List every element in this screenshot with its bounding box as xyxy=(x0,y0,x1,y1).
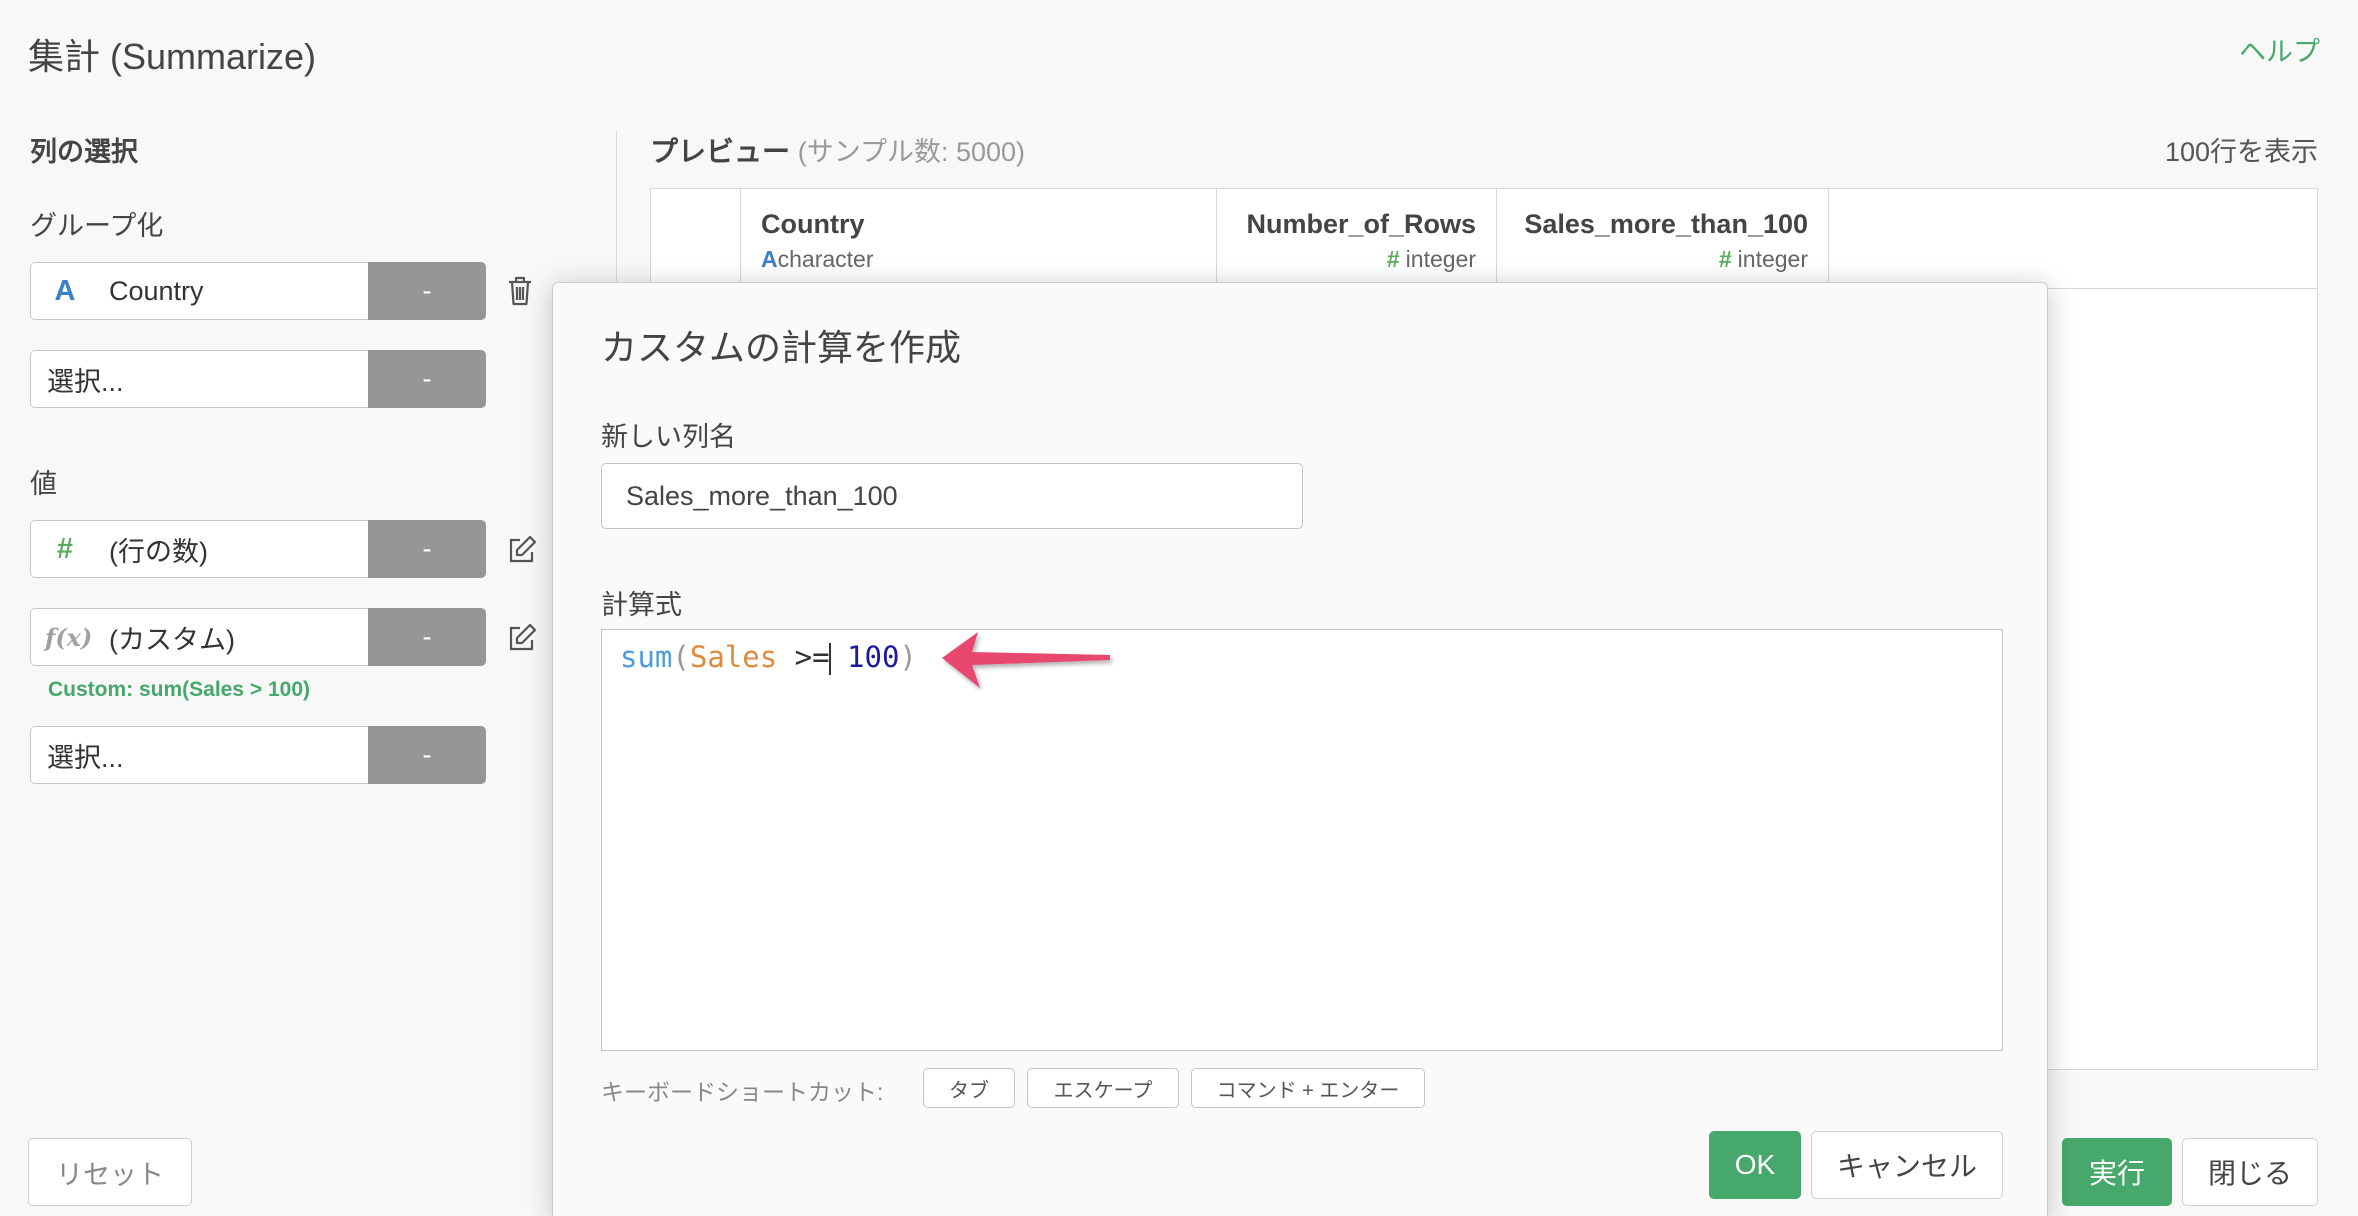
custom-calculation-dialog: カスタムの計算を作成 新しい列名 計算式 sum(Sales >= 100) キ… xyxy=(552,282,2048,1216)
value-field-function-button[interactable]: - xyxy=(368,608,486,666)
value-field-select[interactable]: # (行の数) xyxy=(30,520,368,578)
trash-icon[interactable] xyxy=(500,271,540,311)
close-button[interactable]: 閉じる xyxy=(2182,1138,2318,1206)
group-field-placeholder[interactable]: 選択... xyxy=(30,350,368,408)
keyboard-shortcut-label: キーボードショートカット: xyxy=(601,1079,884,1105)
value-field-value: (カスタム) xyxy=(109,624,235,655)
column-header-type: # integer xyxy=(1217,246,1476,273)
column-header-sales-more-than-100[interactable]: Sales_more_than_100 # integer xyxy=(1497,189,1829,289)
dialog-title: カスタムの計算を作成 xyxy=(601,327,962,368)
shortcut-tab: タブ xyxy=(923,1068,1015,1108)
column-type-label: integer xyxy=(1737,246,1808,272)
group-field-value: Country xyxy=(109,275,204,306)
group-field-function-button[interactable]: - xyxy=(368,262,486,320)
run-button[interactable]: 実行 xyxy=(2062,1138,2172,1206)
page-title: 集計 (Summarize) xyxy=(28,36,317,77)
custom-formula-note: Custom: sum(Sales > 100) xyxy=(48,678,311,701)
preview-title-text: プレビュー xyxy=(650,136,791,167)
column-header-type: Acharacter xyxy=(761,246,1216,273)
shortcut-escape: エスケープ xyxy=(1027,1068,1179,1108)
value-field-row-count: # (行の数) - xyxy=(30,520,486,578)
value-field-select[interactable]: f(x) (カスタム) xyxy=(30,608,368,666)
preview-grid-header: Country Acharacter Number_of_Rows # integ… xyxy=(651,189,2317,289)
number-type-icon: # xyxy=(1386,246,1400,272)
formula-label: 計算式 xyxy=(601,590,682,620)
token-column: Sales xyxy=(689,640,778,674)
value-field-empty: 選択... - xyxy=(30,726,486,784)
group-field-empty: 選択... - xyxy=(30,350,486,408)
column-header-country[interactable]: Country Acharacter xyxy=(741,189,1217,289)
column-type-label: character xyxy=(777,246,874,272)
token-operator: >= xyxy=(794,640,830,674)
value-heading: 値 xyxy=(30,469,57,499)
group-field-function-button[interactable]: - xyxy=(368,350,486,408)
formula-code: sum(Sales >= 100) xyxy=(620,640,917,675)
function-type-icon: f(x) xyxy=(45,622,93,652)
row-number-header xyxy=(651,189,741,289)
arrow-annotation-icon xyxy=(942,632,1110,688)
token-paren-close: ) xyxy=(899,640,917,674)
cancel-button[interactable]: キャンセル xyxy=(1811,1131,2003,1199)
character-type-icon: A xyxy=(761,246,778,272)
column-header-name: Sales_more_than_100 xyxy=(1524,209,1808,239)
column-header-number-of-rows[interactable]: Number_of_Rows # integer xyxy=(1217,189,1497,289)
token-number: 100 xyxy=(847,640,900,674)
new-column-label: 新しい列名 xyxy=(601,422,736,452)
character-type-icon: A xyxy=(54,274,76,307)
value-field-placeholder[interactable]: 選択... xyxy=(30,726,368,784)
value-field-function-button[interactable]: - xyxy=(368,520,486,578)
value-field-function-button[interactable]: - xyxy=(368,726,486,784)
preview-title: プレビュー (サンプル数: 5000) xyxy=(650,130,1025,170)
reset-button[interactable]: リセット xyxy=(28,1138,192,1206)
rows-display-count[interactable]: 100行を表示 xyxy=(2165,130,2318,169)
preview-sample-count: (サンプル数: 5000) xyxy=(797,137,1026,167)
group-field-select[interactable]: A Country xyxy=(30,262,368,320)
ok-button[interactable]: OK xyxy=(1709,1131,1801,1199)
text-caret xyxy=(828,643,831,675)
help-link[interactable]: ヘルプ xyxy=(2239,30,2320,69)
shortcut-command-enter: コマンド + エンター xyxy=(1191,1068,1425,1108)
column-select-heading: 列の選択 xyxy=(30,137,138,167)
value-field-custom: f(x) (カスタム) - xyxy=(30,608,486,666)
formula-editor[interactable]: sum(Sales >= 100) xyxy=(601,629,2003,1051)
column-header-type: # integer xyxy=(1497,246,1808,273)
edit-icon[interactable] xyxy=(502,618,542,658)
number-type-icon: # xyxy=(1718,246,1732,272)
token-paren-open: ( xyxy=(672,640,690,674)
group-field-country: A Country - xyxy=(30,262,486,320)
value-field-value: (行の数) xyxy=(109,536,208,567)
column-type-label: integer xyxy=(1405,246,1476,272)
column-header-name: Number_of_Rows xyxy=(1246,209,1476,239)
edit-icon[interactable] xyxy=(502,530,542,570)
new-column-name-input[interactable] xyxy=(601,463,1303,529)
token-function: sum xyxy=(620,640,673,674)
column-header-name: Country xyxy=(761,209,865,239)
group-heading: グループ化 xyxy=(30,211,164,241)
number-type-icon: # xyxy=(56,532,74,565)
